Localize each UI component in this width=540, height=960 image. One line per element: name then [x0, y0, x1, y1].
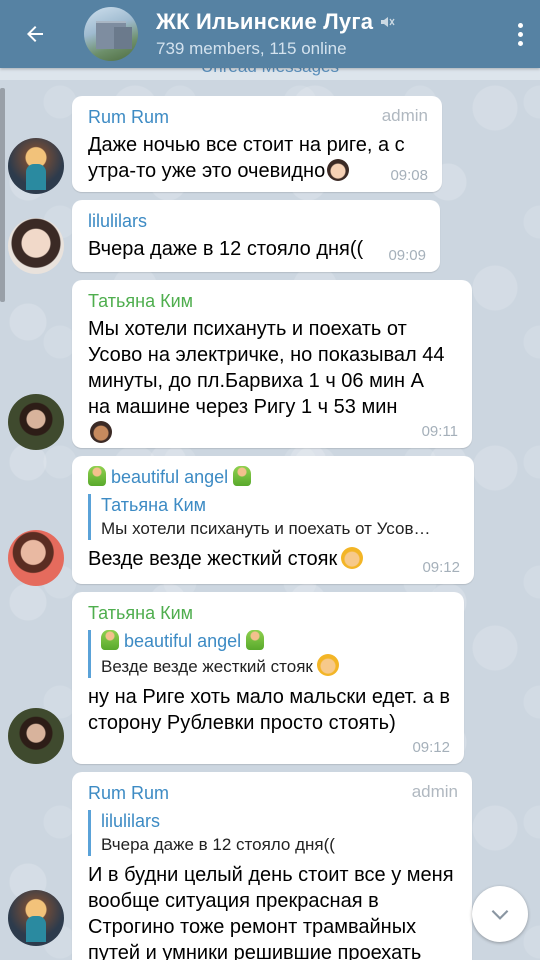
- message-time: 09:09: [388, 247, 426, 264]
- message-text: ну на Риге хоть мало мальски едет. а в с…: [88, 686, 451, 734]
- group-avatar[interactable]: [84, 7, 138, 61]
- fairy-emoji-icon: [233, 466, 252, 486]
- fairy-emoji-icon: [101, 630, 119, 650]
- scrollbar[interactable]: [0, 88, 5, 302]
- sender-name[interactable]: Татьяна Ким: [88, 602, 450, 624]
- sender-name[interactable]: lilulilars: [88, 210, 426, 232]
- sender-name[interactable]: Татьяна Ким: [88, 290, 458, 312]
- admin-badge: admin: [381, 106, 428, 125]
- message-bubble[interactable]: beautiful angel Татьяна Ким Мы хотели пс…: [72, 456, 474, 584]
- back-button[interactable]: [0, 0, 70, 68]
- reply-text: Везде везде жесткий стояк: [101, 654, 450, 678]
- more-menu-button[interactable]: [500, 0, 540, 68]
- reply-sender: Татьяна Ким: [101, 495, 207, 515]
- message-text: Мы хотели психануть и поехать от Усово н…: [88, 316, 448, 446]
- message-bubble[interactable]: Татьяна Ким beautiful angel Везде везде …: [72, 592, 464, 764]
- chat-header: ЖК Ильинские Луга 739 members, 115 onlin…: [0, 0, 540, 68]
- message-bubble[interactable]: Татьяна Ким Мы хотели психануть и поехат…: [72, 280, 472, 448]
- woman-gesturing-emoji-icon: [341, 547, 364, 569]
- reply-sender: beautiful angel: [101, 630, 450, 652]
- sender-name[interactable]: beautiful angel: [88, 466, 460, 488]
- woman-emoji-icon: [327, 159, 350, 181]
- reply-text: Вчера даже в 12 стояло дня((: [101, 835, 335, 854]
- reply-quote[interactable]: Татьяна Ким Мы хотели психануть и поехат…: [88, 494, 460, 540]
- message-bubble[interactable]: lilulilars Вчера даже в 12 стояло дня(( …: [72, 200, 440, 272]
- sender-name[interactable]: Rum Rum: [88, 782, 458, 804]
- avatar-tatyana-kim[interactable]: [8, 708, 64, 764]
- message-bubble[interactable]: Rum Rum admin lilulilars Вчера даже в 12…: [72, 772, 472, 960]
- chevron-down-icon: [491, 909, 509, 920]
- avatar-tatyana-kim[interactable]: [8, 394, 64, 450]
- avatar-rum-rum[interactable]: [8, 890, 64, 946]
- avatar-rum-rum[interactable]: [8, 138, 64, 194]
- message-text: И в будни целый день стоит все у меня во…: [88, 864, 454, 960]
- mute-icon: [381, 17, 395, 27]
- admin-badge: admin: [411, 782, 458, 801]
- message-text: Даже ночью все стоит на риге, а с утра-т…: [88, 134, 405, 182]
- group-title: ЖК Ильинские Луга: [156, 9, 374, 34]
- woman-gesturing-emoji-icon: [316, 654, 339, 676]
- fairy-emoji-icon: [246, 630, 265, 650]
- message-bubble[interactable]: Rum Rum admin Даже ночью все стоит на ри…: [72, 96, 442, 192]
- reply-quote[interactable]: lilulilars Вчера даже в 12 стояло дня((: [88, 810, 458, 856]
- message-text: Вчера даже в 12 стояло дня((: [88, 238, 364, 260]
- avatar-lilulilars[interactable]: [8, 218, 64, 274]
- reply-text: Мы хотели психануть и поехать от Усов…: [101, 519, 431, 538]
- message-time: 09:11: [421, 423, 458, 440]
- woman-facepalm-emoji-icon: [90, 421, 112, 443]
- scroll-down-button[interactable]: [472, 886, 528, 942]
- reply-sender: lilulilars: [101, 811, 161, 831]
- message-time: 09:12: [412, 739, 450, 756]
- fairy-emoji-icon: [88, 466, 106, 486]
- member-count: 739 members, 115 online: [156, 39, 347, 58]
- dot-icon: [517, 22, 523, 28]
- sender-name[interactable]: Rum Rum: [88, 106, 428, 128]
- back-arrow-icon: [27, 26, 43, 42]
- dot-icon: [517, 40, 523, 46]
- avatar-beautiful-angel[interactable]: [8, 530, 64, 586]
- message-time: 09:08: [390, 167, 428, 184]
- reply-quote[interactable]: beautiful angel Везде везде жесткий стоя…: [88, 630, 450, 678]
- dot-icon: [517, 31, 523, 37]
- group-info[interactable]: ЖК Ильинские Луга 739 members, 115 onlin…: [156, 9, 500, 59]
- message-text: Везде везде жесткий стояк: [88, 546, 460, 572]
- message-time: 09:12: [422, 559, 460, 576]
